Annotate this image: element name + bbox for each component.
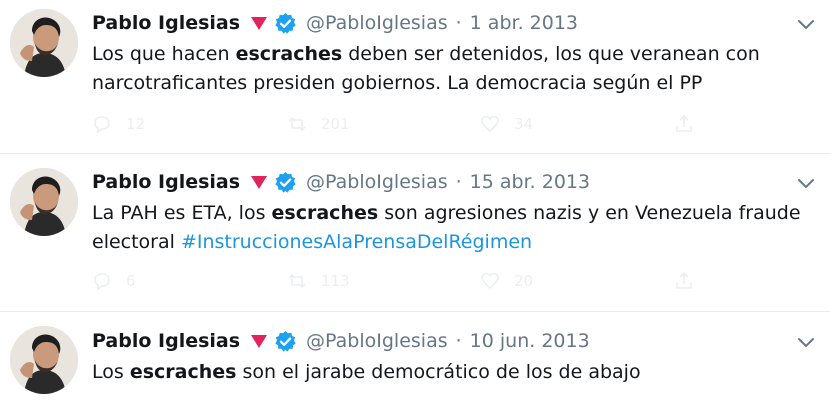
author-handle[interactable]: @PabloIglesias: [306, 171, 448, 193]
author-name[interactable]: Pablo Iglesias: [92, 330, 240, 352]
retweet-button[interactable]: 201: [287, 114, 350, 134]
reply-button[interactable]: 12: [92, 114, 145, 134]
tweet-date[interactable]: 15 abr. 2013: [470, 171, 590, 193]
verified-badge-icon: [275, 171, 296, 193]
like-count: 34: [514, 115, 534, 133]
tweet[interactable]: Pablo Iglesias @PabloIglesias · 15 abr. …: [0, 154, 830, 312]
like-button[interactable]: 20: [480, 271, 533, 291]
tweet-actions: 6 113 20: [92, 271, 712, 293]
reply-button[interactable]: 6: [92, 271, 136, 291]
separator: ·: [455, 12, 462, 34]
tweet[interactable]: Pablo Iglesias @PabloIglesias · 10 jun. …: [0, 312, 830, 399]
verified-badge-icon: [275, 330, 296, 352]
reply-icon: [94, 273, 110, 291]
tweet-text: La PAH es ETA, los escraches son agresio…: [92, 202, 801, 253]
avatar[interactable]: [10, 168, 78, 236]
tweet-date[interactable]: 1 abr. 2013: [470, 12, 578, 34]
separator: ·: [455, 330, 462, 352]
rose-emoji-icon: [251, 176, 268, 189]
author-name[interactable]: Pablo Iglesias: [92, 12, 240, 34]
avatar[interactable]: [10, 9, 78, 77]
highlight-keyword: escraches: [235, 43, 343, 65]
chevron-down-icon[interactable]: [796, 173, 816, 193]
retweet-button[interactable]: 113: [287, 271, 350, 291]
tweet-actions: 12 201 34: [92, 114, 712, 136]
rose-emoji-icon: [251, 17, 268, 30]
highlight-keyword: escraches: [271, 202, 379, 224]
like-icon: [481, 272, 499, 290]
hashtag-link[interactable]: #InstruccionesAlaPrensaDelRégimen: [181, 231, 532, 253]
chevron-down-icon[interactable]: [796, 332, 816, 352]
like-count: 20: [514, 272, 534, 290]
like-button[interactable]: 34: [480, 114, 533, 134]
author-name[interactable]: Pablo Iglesias: [92, 171, 240, 193]
highlight-keyword: escraches: [129, 361, 237, 383]
reply-count: 12: [126, 115, 146, 133]
share-icon: [676, 114, 692, 132]
chevron-down-icon[interactable]: [796, 14, 816, 34]
like-icon: [481, 115, 499, 133]
verified-badge-icon: [275, 12, 296, 34]
share-button[interactable]: [674, 271, 708, 291]
rose-emoji-icon: [251, 335, 268, 348]
retweet-count: 113: [321, 272, 350, 290]
retweet-icon: [288, 273, 306, 289]
reply-icon: [94, 116, 110, 134]
tweet-text: Los que hacen escraches deben ser deteni…: [92, 43, 760, 94]
separator: ·: [455, 171, 462, 193]
tweet[interactable]: Pablo Iglesias @PabloIglesias · 1 abr. 2…: [0, 0, 830, 154]
reply-count: 6: [126, 272, 136, 290]
share-icon: [676, 271, 692, 289]
author-handle[interactable]: @PabloIglesias: [306, 12, 448, 34]
tweet-date[interactable]: 10 jun. 2013: [470, 330, 590, 352]
share-button[interactable]: [674, 114, 708, 134]
retweet-icon: [288, 116, 306, 132]
avatar[interactable]: [10, 326, 78, 394]
tweet-text: Los escraches son el jarabe democrático …: [92, 361, 641, 383]
author-handle[interactable]: @PabloIglesias: [306, 330, 448, 352]
retweet-count: 201: [321, 115, 350, 133]
